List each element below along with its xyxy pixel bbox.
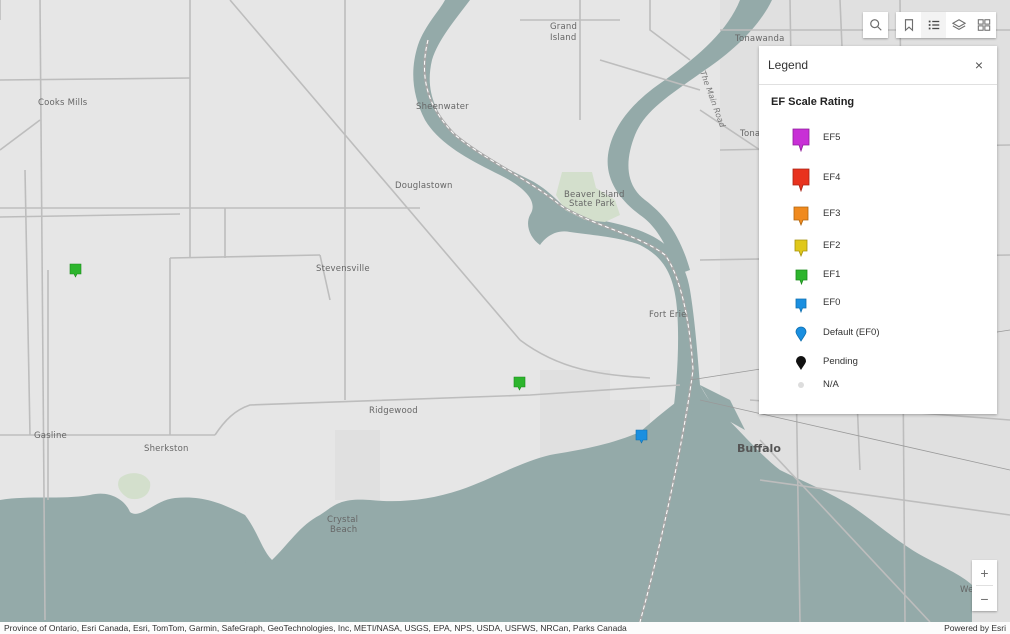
- legend-label: EF2: [823, 240, 841, 251]
- legend-item-ef2: EF2: [787, 239, 840, 257]
- legend-item-na: N/A: [787, 379, 839, 390]
- legend-label: EF1: [823, 269, 841, 280]
- legend-item-ef4: EF4: [787, 168, 840, 192]
- layers-button[interactable]: [946, 12, 971, 38]
- legend-item-pending: Pending: [787, 355, 858, 371]
- ef5-pin-icon: [787, 128, 815, 152]
- label-cooks-mills: Cooks Mills: [38, 98, 88, 108]
- label-fort-erie: Fort Erie: [649, 310, 687, 320]
- basemap-gallery-button[interactable]: [971, 12, 996, 38]
- legend-button[interactable]: [921, 12, 946, 38]
- attribution-text[interactable]: Province of Ontario, Esri Canada, Esri, …: [4, 623, 627, 633]
- bookmarks-button[interactable]: [896, 12, 921, 38]
- search-button[interactable]: [863, 12, 888, 38]
- legend-title: Legend: [768, 58, 809, 72]
- legend-label: Default (EF0): [823, 327, 880, 338]
- ef0-pin-icon: [787, 298, 815, 313]
- legend-label: N/A: [823, 379, 839, 390]
- legend-label: EF5: [823, 132, 841, 143]
- label-buffalo: Buffalo: [737, 442, 781, 455]
- label-stevensville: Stevensville: [316, 264, 370, 274]
- label-state-park: State Park: [569, 199, 615, 209]
- legend-panel: Legend × EF Scale Rating EF5 EF4 EF3 EF2…: [759, 46, 997, 414]
- label-sherkston: Sherkston: [144, 444, 189, 454]
- ef4-pin-icon: [787, 168, 815, 192]
- close-icon[interactable]: ×: [975, 58, 983, 72]
- legend-layer-title: EF Scale Rating: [771, 96, 855, 108]
- legend-item-default: Default (EF0): [787, 326, 880, 342]
- legend-item-ef3: EF3: [787, 206, 840, 226]
- label-douglastown: Douglastown: [395, 181, 453, 191]
- zoom-in-button[interactable]: +: [972, 560, 997, 585]
- label-tonawanda: Tonawanda: [734, 34, 785, 44]
- label-crystal: Crystal: [327, 515, 358, 525]
- zoom-out-button[interactable]: −: [972, 586, 997, 611]
- ef3-pin-icon: [787, 206, 815, 226]
- layers-icon: [951, 19, 966, 30]
- ef2-pin-icon: [787, 239, 815, 257]
- map-toolbar: [863, 12, 996, 38]
- legend-label: EF4: [823, 172, 841, 183]
- label-grand: Grand: [550, 22, 577, 32]
- legend-item-ef1: EF1: [787, 269, 840, 285]
- legend-item-ef0: EF0: [787, 297, 840, 313]
- pending-pin-icon: [787, 355, 815, 371]
- bookmark-icon: [904, 19, 913, 32]
- zoom-control: + −: [972, 560, 997, 611]
- ef1-pin-icon: [787, 269, 815, 285]
- label-beach: Beach: [330, 525, 357, 535]
- default-pin-icon: [787, 326, 815, 342]
- search-icon: [869, 19, 882, 31]
- legend-label: EF0: [823, 297, 841, 308]
- legend-label: EF3: [823, 208, 841, 219]
- legend-header: Legend ×: [759, 46, 997, 85]
- label-tona: Tona: [739, 129, 760, 139]
- powered-by-link[interactable]: Powered by Esri: [944, 623, 1006, 633]
- legend-label: Pending: [823, 356, 858, 367]
- widget-group: [896, 12, 996, 38]
- na-dot-icon: [787, 381, 815, 389]
- label-island: Island: [550, 33, 577, 43]
- label-ridgewood: Ridgewood: [369, 406, 418, 416]
- label-gasline: Gasline: [34, 431, 67, 441]
- attribution-bar: Province of Ontario, Esri Canada, Esri, …: [0, 622, 1010, 634]
- legend-icon: [928, 20, 939, 30]
- legend-item-ef5: EF5: [787, 128, 840, 152]
- basemap-gallery-icon: [977, 19, 990, 31]
- label-sheenwater: Sheenwater: [416, 102, 469, 112]
